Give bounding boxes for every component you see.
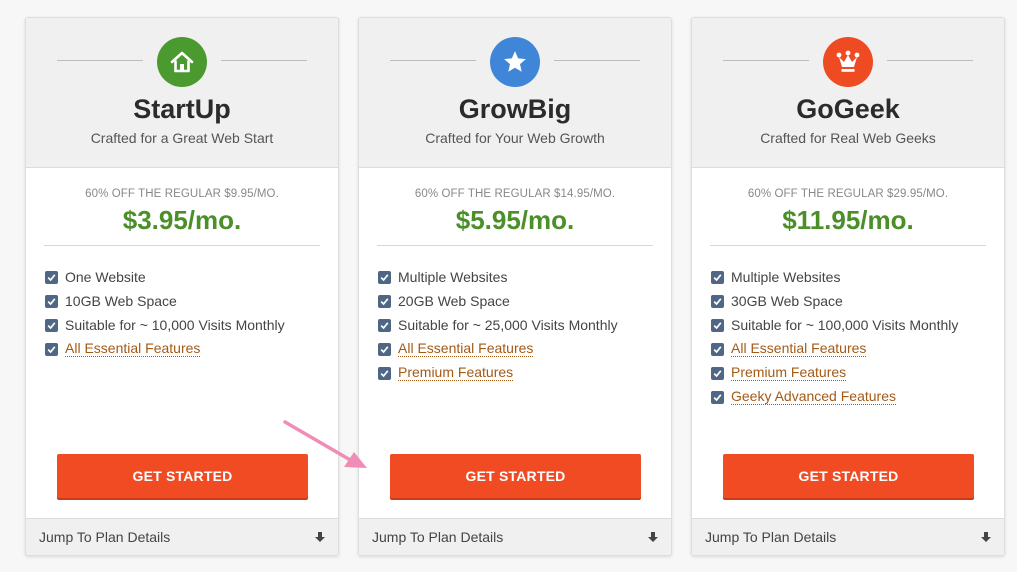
feature-item: All Essential Features <box>711 337 994 361</box>
feature-text: Multiple Websites <box>731 269 841 285</box>
divider <box>723 60 809 61</box>
feature-text: Suitable for ~ 25,000 Visits Monthly <box>398 317 618 333</box>
home-icon <box>157 37 207 87</box>
checkbox-icon <box>378 294 391 308</box>
regular-price-note: 60% OFF THE REGULAR $14.95/MO. <box>414 188 616 200</box>
feature-item: Suitable for ~ 100,000 Visits Monthly <box>711 313 994 337</box>
feature-item: Geeky Advanced Features <box>711 385 994 409</box>
plan-header: GrowBig Crafted for Your Web Growth <box>359 18 671 168</box>
jump-to-plan-details[interactable]: Jump To Plan Details <box>692 518 1004 555</box>
feature-item: Premium Features <box>378 361 661 385</box>
feature-item: One Website <box>45 265 328 289</box>
footer-label: Jump To Plan Details <box>372 529 504 545</box>
footer-label: Jump To Plan Details <box>705 529 837 545</box>
crown-icon <box>823 37 873 87</box>
checkbox-icon <box>711 366 724 380</box>
checkbox-icon <box>378 366 391 380</box>
divider <box>221 60 307 61</box>
checkbox-icon <box>45 318 58 332</box>
feature-item: All Essential Features <box>378 337 661 361</box>
divider <box>390 60 476 61</box>
plan-card-growbig: GrowBig Crafted for Your Web Growth 60% … <box>358 17 672 556</box>
plan-tagline: Crafted for a Great Web Start <box>90 130 274 146</box>
plan-header: StartUp Crafted for a Great Web Start <box>26 18 338 168</box>
divider <box>57 60 143 61</box>
checkbox-icon <box>378 342 391 356</box>
feature-link[interactable]: Geeky Advanced Features <box>731 389 896 405</box>
feature-item: Suitable for ~ 25,000 Visits Monthly <box>378 313 661 337</box>
feature-link[interactable]: All Essential Features <box>398 341 534 357</box>
plan-price: $5.95/mo. <box>455 205 575 235</box>
price-area: 60% OFF THE REGULAR $9.95/MO. $3.95/mo. <box>44 188 320 246</box>
feature-link[interactable]: All Essential Features <box>65 341 201 357</box>
feature-link[interactable]: All Essential Features <box>731 341 867 357</box>
checkbox-icon <box>711 270 724 284</box>
feature-item: 30GB Web Space <box>711 289 994 313</box>
jump-to-plan-details[interactable]: Jump To Plan Details <box>359 518 671 555</box>
arrow-down-icon <box>315 532 325 542</box>
regular-price-note: 60% OFF THE REGULAR $9.95/MO. <box>85 188 279 200</box>
plan-name: GrowBig <box>458 94 572 124</box>
checkbox-icon <box>45 294 58 308</box>
arrow-down-icon <box>981 532 991 542</box>
checkbox-icon <box>45 270 58 284</box>
feature-link[interactable]: Premium Features <box>398 365 514 381</box>
plan-card-startup: StartUp Crafted for a Great Web Start 60… <box>25 17 339 556</box>
plan-header: GoGeek Crafted for Real Web Geeks <box>692 18 1004 168</box>
checkbox-icon <box>378 270 391 284</box>
star-icon <box>490 37 540 87</box>
feature-list: Multiple Websites 30GB Web Space Suitabl… <box>711 265 994 409</box>
feature-text: 20GB Web Space <box>398 293 510 309</box>
checkbox-icon <box>45 342 58 356</box>
divider <box>887 60 973 61</box>
get-started-button[interactable]: GET STARTED <box>723 454 974 498</box>
feature-item: All Essential Features <box>45 337 328 361</box>
feature-text: Suitable for ~ 100,000 Visits Monthly <box>731 317 959 333</box>
feature-item: 10GB Web Space <box>45 289 328 313</box>
feature-text: 30GB Web Space <box>731 293 843 309</box>
arrow-down-icon <box>648 532 658 542</box>
feature-item: 20GB Web Space <box>378 289 661 313</box>
price-area: 60% OFF THE REGULAR $29.95/MO. $11.95/mo… <box>710 188 986 246</box>
feature-text: One Website <box>65 269 146 285</box>
checkbox-icon <box>711 342 724 356</box>
feature-item: Multiple Websites <box>711 265 994 289</box>
plan-price: $11.95/mo. <box>782 205 914 235</box>
checkbox-icon <box>378 318 391 332</box>
feature-list: One Website 10GB Web Space Suitable for … <box>45 265 328 361</box>
jump-to-plan-details[interactable]: Jump To Plan Details <box>26 518 338 555</box>
regular-price-note: 60% OFF THE REGULAR $29.95/MO. <box>747 188 949 200</box>
plan-price: $3.95/mo. <box>122 205 242 235</box>
feature-item: Premium Features <box>711 361 994 385</box>
feature-list: Multiple Websites 20GB Web Space Suitabl… <box>378 265 661 385</box>
feature-item: Suitable for ~ 10,000 Visits Monthly <box>45 313 328 337</box>
plan-tagline: Crafted for Your Web Growth <box>425 130 605 146</box>
plan-name: GoGeek <box>796 94 900 124</box>
feature-text: 10GB Web Space <box>65 293 177 309</box>
plan-name: StartUp <box>133 94 231 124</box>
feature-text: Suitable for ~ 10,000 Visits Monthly <box>65 317 285 333</box>
checkbox-icon <box>711 318 724 332</box>
plan-card-gogeek: GoGeek Crafted for Real Web Geeks 60% OF… <box>691 17 1005 556</box>
divider <box>554 60 640 61</box>
get-started-button[interactable]: GET STARTED <box>390 454 641 498</box>
feature-text: Multiple Websites <box>398 269 508 285</box>
checkbox-icon <box>711 390 724 404</box>
footer-label: Jump To Plan Details <box>39 529 171 545</box>
get-started-button[interactable]: GET STARTED <box>57 454 308 498</box>
plan-tagline: Crafted for Real Web Geeks <box>760 130 936 146</box>
checkbox-icon <box>711 294 724 308</box>
price-area: 60% OFF THE REGULAR $14.95/MO. $5.95/mo. <box>377 188 653 246</box>
feature-item: Multiple Websites <box>378 265 661 289</box>
feature-link[interactable]: Premium Features <box>731 365 847 381</box>
